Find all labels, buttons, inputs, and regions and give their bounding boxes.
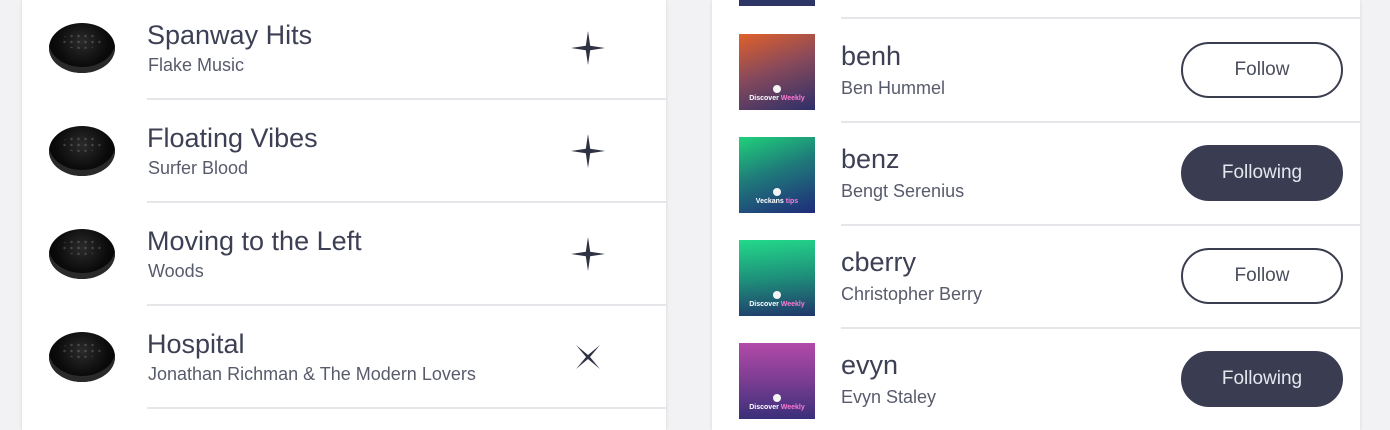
- user-handle[interactable]: benh: [841, 41, 901, 72]
- user-row[interactable]: Discover Weekly benh Ben Hummel Follow: [712, 20, 1360, 123]
- track-title: Floating Vibes: [147, 123, 318, 153]
- avatar[interactable]: Discover Weekly: [739, 240, 815, 316]
- track-title: Spanway Hits: [147, 20, 313, 50]
- playlist-badge-icon: [773, 85, 781, 93]
- playlist-badge: Discover Weekly: [749, 95, 805, 102]
- user-handle[interactable]: cberry: [841, 247, 916, 278]
- follow-button[interactable]: Follow: [1181, 42, 1343, 98]
- user-row[interactable]: Discover Weekly cberry Christopher Berry…: [712, 226, 1360, 329]
- track-artist: Surfer Blood: [148, 158, 249, 178]
- track-row[interactable]: Floating Vibes Surfer Blood: [22, 103, 666, 206]
- user-handle[interactable]: benz: [841, 144, 900, 175]
- album-disc-icon: [49, 23, 115, 73]
- album-disc-icon: [49, 126, 115, 176]
- follow-button[interactable]: Follow: [1181, 248, 1343, 304]
- avatar[interactable]: Discover Weekly: [739, 34, 815, 110]
- track-artist: Jonathan Richman & The Modern Lovers: [148, 364, 476, 384]
- user-list-panel: Discover Weekly benh Ben Hummel Follow V…: [712, 0, 1360, 430]
- playlist-badge: Discover Weekly: [749, 301, 805, 308]
- following-button[interactable]: Following: [1181, 351, 1343, 407]
- divider: [147, 407, 666, 409]
- avatar[interactable]: Discover Weekly: [739, 343, 815, 419]
- playlist-badge: Discover Weekly: [749, 404, 805, 411]
- track-row[interactable]: Hospital Jonathan Richman & The Modern L…: [22, 309, 666, 412]
- following-button[interactable]: Following: [1181, 145, 1343, 201]
- album-disc-icon: [49, 229, 115, 279]
- user-name: Evyn Staley: [841, 387, 937, 407]
- playlist-badge: Veckans tips: [755, 198, 799, 205]
- divider: [147, 98, 666, 100]
- track-row[interactable]: Spanway Hits Flake Music: [22, 0, 666, 103]
- user-name: Ben Hummel: [841, 78, 946, 98]
- track-artist: Flake Music: [148, 55, 245, 75]
- user-row[interactable]: Discover Weekly evyn Evyn Staley Followi…: [712, 329, 1360, 430]
- divider: [147, 304, 666, 306]
- track-row[interactable]: Moving to the Left Woods: [22, 206, 666, 309]
- user-handle[interactable]: evyn: [841, 350, 898, 381]
- playlist-badge-icon: [773, 394, 781, 402]
- avatar: [739, 0, 815, 6]
- remove-icon[interactable]: [568, 337, 608, 377]
- track-title: Hospital: [147, 329, 245, 359]
- album-disc-icon: [49, 332, 115, 382]
- user-row[interactable]: Veckans tips benz Bengt Serenius Followi…: [712, 123, 1360, 226]
- divider: [841, 17, 1360, 19]
- avatar[interactable]: Veckans tips: [739, 137, 815, 213]
- track-title: Moving to the Left: [147, 226, 362, 256]
- add-icon[interactable]: [568, 234, 608, 274]
- playlist-badge-icon: [773, 291, 781, 299]
- track-artist: Woods: [148, 261, 204, 281]
- user-name: Christopher Berry: [841, 284, 983, 304]
- add-icon[interactable]: [568, 28, 608, 68]
- divider: [147, 201, 666, 203]
- user-name: Bengt Serenius: [841, 181, 965, 201]
- track-list-panel: Spanway Hits Flake Music Floating Vibes …: [22, 0, 666, 430]
- playlist-badge-icon: [773, 188, 781, 196]
- add-icon[interactable]: [568, 131, 608, 171]
